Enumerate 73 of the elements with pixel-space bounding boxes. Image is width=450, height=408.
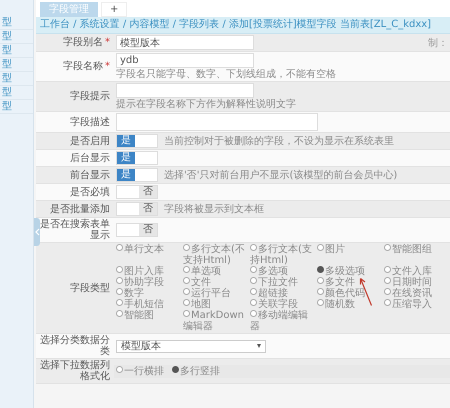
radio-option[interactable]: 多级选项 xyxy=(317,266,381,277)
radio-option[interactable]: 颜色代码 xyxy=(317,288,381,299)
sidebar-item[interactable]: 型 xyxy=(0,86,33,100)
collapse-handle[interactable] xyxy=(34,218,40,246)
radio-option[interactable]: 关联字段 xyxy=(250,299,314,310)
sidebar-item[interactable]: 型 xyxy=(0,58,33,72)
radio-option[interactable]: 超链接 xyxy=(250,288,314,299)
toggle-switch[interactable]: 否 xyxy=(116,202,158,216)
radio-option[interactable]: 单选项 xyxy=(183,266,247,277)
radio-option[interactable]: 协助字段 xyxy=(116,277,180,288)
field-label: 后台显示 xyxy=(70,152,110,164)
toggle-switch[interactable]: 否 xyxy=(116,223,158,237)
radio-option[interactable]: MarkDown编辑器 xyxy=(183,310,247,332)
radio-option[interactable]: 智能图 xyxy=(116,310,180,321)
radio-option[interactable]: 地图 xyxy=(183,299,247,310)
toggle-switch[interactable]: 是 xyxy=(116,168,158,182)
toggle-switch[interactable]: 是 xyxy=(116,151,158,165)
field-label: 字段名称 xyxy=(63,61,103,72)
radio-option[interactable]: 移动端编辑器 xyxy=(250,310,314,332)
hint-text: 字段将被显示到文本框 xyxy=(164,204,264,214)
breadcrumb: 工作台 / 系统设置 / 内容模型 / 字段列表 / 添加[投票统计]模型字段 当前表[ZL_C_kdxx] xyxy=(36,17,450,34)
radio-option[interactable]: 多行竖排 xyxy=(172,366,220,376)
hint-text: 字段名只能字母、数字、下划线组成，不能有空格 xyxy=(116,69,336,80)
radio-option[interactable]: 多选项 xyxy=(250,266,314,277)
radio-option[interactable]: 一行横排 xyxy=(116,366,164,376)
field-label: 选择分类数据分类 xyxy=(40,335,110,357)
toggle-switch[interactable]: 否 xyxy=(116,185,158,199)
sidebar-item[interactable]: 型 xyxy=(0,100,33,114)
input-field[interactable] xyxy=(116,83,254,98)
input-field[interactable]: 模型版本 xyxy=(116,35,254,50)
radio-option[interactable]: 图片入库 xyxy=(116,266,180,277)
field-label: 字段描述 xyxy=(70,116,110,128)
radio-option[interactable]: 随机数 xyxy=(317,299,381,310)
field-label: 是否批量添加 xyxy=(50,204,110,214)
radio-option[interactable]: 数字 xyxy=(116,288,180,299)
field-label: 是否启用 xyxy=(70,136,110,146)
radio-option[interactable]: 在线资讯 xyxy=(384,288,448,299)
tab[interactable]: + xyxy=(101,2,128,17)
sidebar-item[interactable]: 型 xyxy=(0,16,33,30)
textarea-field[interactable] xyxy=(116,113,318,131)
radio-option[interactable]: 单行文本 xyxy=(116,244,180,255)
radio-option[interactable]: 运行平台 xyxy=(183,288,247,299)
field-label: 字段别名 xyxy=(63,37,103,48)
dropdown[interactable]: 模型版本 xyxy=(116,340,266,352)
radio-option[interactable]: 下拉文件 xyxy=(250,277,314,288)
radio-option[interactable]: 压缩导入 xyxy=(384,299,448,310)
sidebar-item[interactable]: 型 xyxy=(0,44,33,58)
hint-text: 选择'否'只对前台用户不显示(该模型的前台会员中心) xyxy=(164,170,398,180)
radio-option[interactable]: 文件入库 xyxy=(384,266,448,277)
hint-text: 当前控制对于被删除的字段，不设为显示在系统表里 xyxy=(164,136,394,146)
field-label: 是否在搜索表单显示 xyxy=(40,219,110,241)
field-label: 字段类型 xyxy=(70,282,110,294)
required-mark: * xyxy=(105,61,110,72)
sidebar-item[interactable]: 型 xyxy=(0,72,33,86)
radio-option[interactable]: 多文件 xyxy=(317,277,381,288)
input-field[interactable]: ydb xyxy=(116,53,254,68)
caret-icon xyxy=(257,343,261,349)
toggle-switch[interactable]: 是 xyxy=(116,134,158,148)
field-label: 选择下拉数据列格式化 xyxy=(40,360,110,382)
radio-option[interactable]: 图片 xyxy=(317,244,381,255)
field-label: 前台显示 xyxy=(70,170,110,180)
radio-option[interactable]: 文件 xyxy=(183,277,247,288)
radio-option[interactable]: 日期时间 xyxy=(384,277,448,288)
side-note: 制： xyxy=(428,36,448,50)
radio-option[interactable]: 智能图组 xyxy=(384,244,448,255)
field-label: 是否必填 xyxy=(70,186,110,198)
radio-option[interactable]: 手机短信 xyxy=(116,299,180,310)
radio-option[interactable]: 多行文本(不支持Html) xyxy=(183,244,247,266)
field-label: 字段提示 xyxy=(70,91,110,102)
required-mark: * xyxy=(105,37,110,48)
sidebar-item[interactable]: 型 xyxy=(0,30,33,44)
radio-option[interactable]: 多行文本(支持Html) xyxy=(250,244,314,266)
hint-text: 提示在字段名称下方作为解释性说明文字 xyxy=(116,99,296,110)
